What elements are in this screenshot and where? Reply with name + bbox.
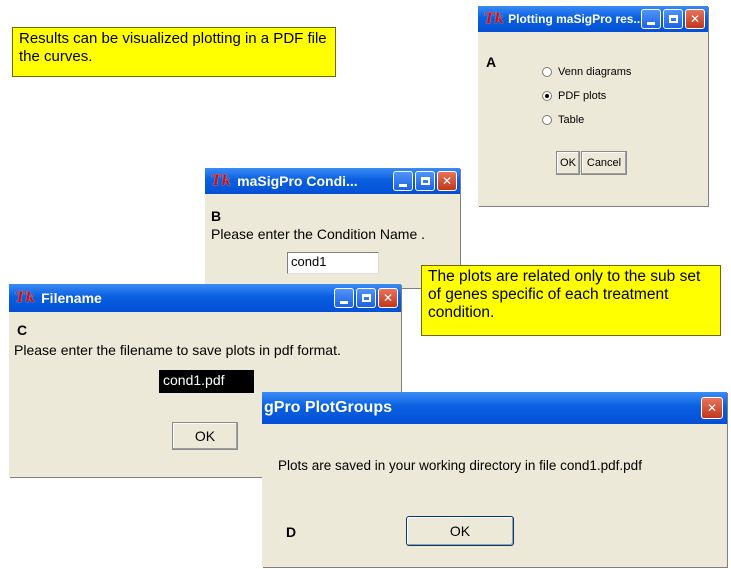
close-icon: ✕: [689, 12, 701, 26]
dialog-plotgroups-titlebar[interactable]: gPro PlotGroups ✕: [262, 392, 727, 424]
minimize-icon: [647, 21, 655, 25]
dialog-filename-titlebar[interactable]: Tk Filename ✕: [9, 284, 401, 312]
radio-venn[interactable]: Venn diagrams: [542, 66, 631, 78]
dialog-condition-title: maSigPro Condi...: [237, 173, 358, 189]
close-button[interactable]: ✕: [437, 171, 457, 191]
maximize-button[interactable]: [663, 9, 683, 29]
close-button[interactable]: ✕: [685, 9, 705, 29]
radio-venn-label: Venn diagrams: [558, 66, 632, 78]
close-button[interactable]: ✕: [378, 288, 398, 308]
dialog-plotgroups-label: D: [286, 524, 297, 540]
dialog-plotting-titlebar[interactable]: Tk Plotting maSigPro res... ✕: [478, 6, 708, 32]
ok-button[interactable]: OK: [172, 422, 238, 450]
minimize-button[interactable]: [393, 171, 413, 191]
radio-pdf[interactable]: PDF plots: [542, 90, 606, 102]
dialog-plotting: Tk Plotting maSigPro res... ✕ A Venn dia…: [478, 6, 708, 206]
maximize-button[interactable]: [356, 288, 376, 308]
ok-button[interactable]: OK: [556, 151, 580, 175]
maximize-icon: [420, 177, 430, 185]
tk-icon: Tk: [211, 173, 232, 189]
condition-input[interactable]: cond1: [287, 252, 379, 274]
dialog-filename-title: Filename: [41, 290, 102, 306]
radio-pdf-indicator[interactable]: [542, 91, 552, 101]
dialog-plotgroups: gPro PlotGroups ✕ Plots are saved in you…: [262, 392, 727, 567]
radio-table[interactable]: Table: [542, 114, 584, 126]
maximize-icon: [668, 15, 678, 23]
ok-button[interactable]: OK: [406, 516, 514, 546]
tk-icon: Tk: [484, 11, 505, 27]
maximize-icon: [361, 294, 371, 302]
close-button[interactable]: ✕: [701, 397, 723, 419]
filename-input[interactable]: cond1.pdf: [159, 370, 254, 393]
save-message: Plots are saved in your working director…: [278, 458, 642, 473]
minimize-button[interactable]: [641, 9, 661, 29]
dialog-filename-label: C: [17, 322, 28, 338]
radio-table-label: Table: [558, 114, 585, 126]
close-icon: ✕: [706, 401, 718, 415]
maximize-button[interactable]: [415, 171, 435, 191]
dialog-condition-label: B: [211, 208, 222, 224]
close-icon: ✕: [382, 291, 394, 305]
radio-venn-indicator[interactable]: [542, 67, 552, 77]
radio-pdf-label: PDF plots: [558, 90, 607, 102]
minimize-icon: [340, 300, 348, 304]
dialog-plotting-label: A: [486, 54, 497, 70]
condition-prompt: Please enter the Condition Name .: [211, 226, 426, 242]
cancel-button[interactable]: Cancel: [581, 151, 627, 175]
minimize-button[interactable]: [334, 288, 354, 308]
note-right: The plots are related only to the sub se…: [421, 265, 721, 336]
dialog-condition-titlebar[interactable]: Tk maSigPro Condi... ✕: [205, 168, 460, 194]
radio-table-indicator[interactable]: [542, 115, 552, 125]
note-top: Results can be visualized plotting in a …: [12, 27, 336, 77]
dialog-plotting-title: Plotting maSigPro res...: [508, 12, 644, 26]
minimize-icon: [399, 183, 407, 187]
dialog-plotgroups-title: gPro PlotGroups: [264, 399, 392, 416]
close-icon: ✕: [441, 174, 453, 188]
filename-prompt: Please enter the filename to save plots …: [14, 342, 341, 358]
tk-icon: Tk: [15, 290, 36, 306]
